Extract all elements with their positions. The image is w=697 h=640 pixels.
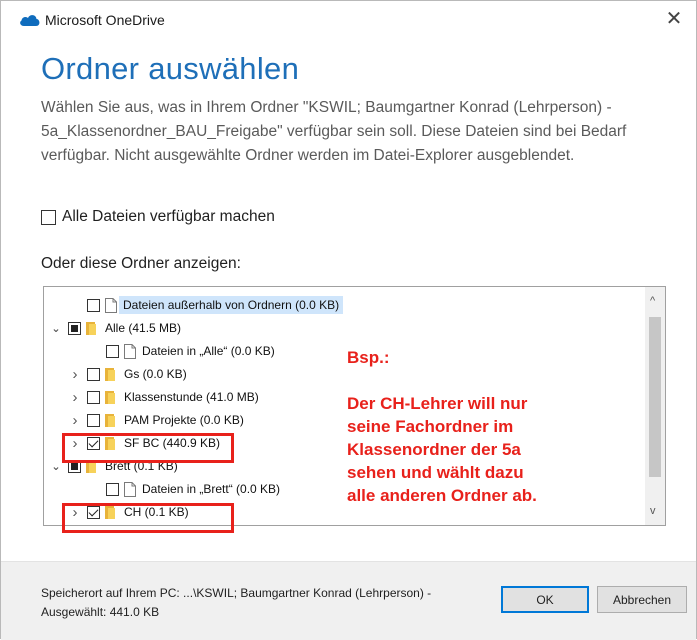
- chevron-right-icon[interactable]: ›: [69, 389, 81, 406]
- tree-row-label: Dateien in „Alle“ (0.0 KB): [142, 344, 275, 358]
- dialog-description: Wählen Sie aus, was in Ihrem Ordner "KSW…: [41, 99, 627, 164]
- app-title: Microsoft OneDrive: [45, 12, 165, 28]
- tree-row-label: Klassenstunde (41.0 MB): [124, 390, 259, 404]
- annotation-line: Der CH-Lehrer will nur: [347, 394, 528, 413]
- tree-row[interactable]: Dateien in „Alle“ (0.0 KB): [88, 340, 275, 362]
- tree-row[interactable]: Dateien in „Brett“ (0.0 KB): [88, 478, 280, 500]
- tree-row-label: PAM Projekte (0.0 KB): [124, 413, 244, 427]
- annotation-line: alle anderen Ordner ab.: [347, 486, 537, 505]
- annotation-line: Klassenordner der 5a: [347, 440, 521, 459]
- scroll-thumb[interactable]: [649, 317, 661, 477]
- chevron-down-icon[interactable]: ⌄: [50, 460, 62, 473]
- tree-row-label: Dateien in „Brett“ (0.0 KB): [142, 482, 281, 496]
- folder-icon: [105, 390, 115, 404]
- file-icon: [105, 297, 117, 313]
- highlight-ch: [62, 503, 234, 533]
- all-files-checkbox[interactable]: [41, 209, 56, 225]
- tree-row-label: Dateien außerhalb von Ordnern (0.0 KB): [119, 296, 344, 314]
- folder-checkbox[interactable]: [106, 344, 119, 358]
- location-text: Speicherort auf Ihrem PC: ...\KSWIL; Bau…: [41, 586, 432, 600]
- tree-row-label: Alle (41.5 MB): [105, 321, 182, 335]
- footer-info: Speicherort auf Ihrem PC: ...\KSWIL; Bau…: [41, 584, 431, 622]
- vertical-scrollbar[interactable]: ^ v: [645, 287, 665, 525]
- folder-checkbox[interactable]: [106, 482, 119, 496]
- file-icon: [124, 481, 136, 497]
- chevron-right-icon[interactable]: ›: [69, 366, 81, 383]
- annotation-title: Bsp.:: [347, 348, 390, 367]
- folder-checkbox[interactable]: [87, 298, 100, 312]
- folder-icon: [105, 413, 115, 427]
- chevron-right-icon[interactable]: ›: [69, 412, 81, 429]
- tree-row[interactable]: Dateien außerhalb von Ordnern (0.0 KB): [69, 294, 344, 316]
- scroll-down-icon[interactable]: v: [650, 505, 656, 517]
- folder-checkbox[interactable]: [87, 390, 100, 404]
- folder-icon: [86, 321, 96, 335]
- title-bar: Microsoft OneDrive ✕: [1, 1, 696, 39]
- folders-label: Oder diese Ordner anzeigen:: [41, 255, 241, 272]
- annotation-note: Bsp.: Der CH-Lehrer will nur seine Facho…: [347, 346, 637, 507]
- folder-checkbox[interactable]: [87, 367, 100, 381]
- annotation-line: sehen und wählt dazu: [347, 463, 524, 482]
- tree-row[interactable]: › PAM Projekte (0.0 KB): [69, 409, 244, 431]
- selected-size-text: Ausgewählt: 441.0 KB: [41, 605, 160, 619]
- dialog-footer: Speicherort auf Ihrem PC: ...\KSWIL; Bau…: [1, 561, 696, 640]
- tree-row[interactable]: ⌄ Alle (41.5 MB): [50, 317, 181, 339]
- close-icon: ✕: [665, 8, 683, 30]
- highlight-sf-bc: [62, 433, 234, 463]
- all-files-label: Alle Dateien verfügbar machen: [62, 208, 275, 225]
- file-icon: [124, 343, 136, 359]
- page-title: Ordner auswählen: [41, 51, 300, 86]
- tree-row[interactable]: › Klassenstunde (41.0 MB): [69, 386, 259, 408]
- onedrive-cloud-icon: [20, 15, 40, 26]
- scroll-up-icon[interactable]: ^: [650, 295, 655, 307]
- tree-row-label: Gs (0.0 KB): [124, 367, 187, 381]
- annotation-line: seine Fachordner im: [347, 417, 514, 436]
- ok-button[interactable]: OK: [501, 586, 589, 613]
- cancel-button[interactable]: Abbrechen: [597, 586, 687, 613]
- folder-icon: [105, 367, 115, 381]
- tree-row[interactable]: › Gs (0.0 KB): [69, 363, 187, 385]
- folder-checkbox[interactable]: [68, 321, 81, 335]
- close-button[interactable]: ✕: [660, 7, 688, 33]
- chevron-down-icon[interactable]: ⌄: [50, 322, 62, 335]
- onedrive-dialog: Microsoft OneDrive ✕ Ordner auswählen Wä…: [0, 0, 697, 640]
- folder-checkbox[interactable]: [87, 413, 100, 427]
- all-files-option[interactable]: Alle Dateien verfügbar machen: [41, 208, 275, 226]
